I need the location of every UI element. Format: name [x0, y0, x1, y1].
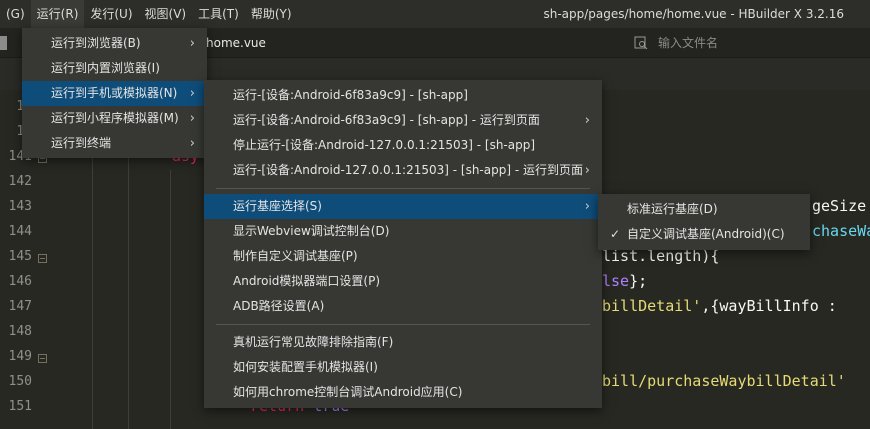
line-number: 143: [8, 199, 32, 214]
menu-separator: [216, 188, 590, 189]
code-line-146: lse};: [602, 272, 647, 290]
line-number: 144: [8, 224, 32, 239]
menu-item-label: 运行到小程序模拟器(M): [51, 111, 179, 125]
menu-publish[interactable]: 发行(U): [84, 0, 138, 28]
device-submenu: 运行-[设备:Android-6f83a9c9] - [sh-app] 运行-[…: [204, 80, 602, 408]
menu-item-label: 制作自定义调试基座(P): [233, 249, 358, 263]
menu-item-label: Android模拟器端口设置(P): [233, 274, 380, 288]
menu-item-label: 运行到手机或模拟器(N): [51, 86, 178, 100]
adb-path-item[interactable]: ADB路径设置(A): [204, 294, 602, 319]
indent-guide: [92, 120, 93, 429]
menu-tools[interactable]: 工具(T): [192, 0, 245, 28]
menu-item-label: 运行-[设备:Android-6f83a9c9] - [sh-app] - 运行…: [233, 113, 540, 127]
menu-item-label: 显示Webview调试控制台(D): [233, 224, 390, 238]
line-number: 150: [8, 374, 32, 389]
line-number: 147: [8, 299, 32, 314]
menu-help[interactable]: 帮助(Y): [245, 0, 298, 28]
line-number: 142: [8, 174, 32, 189]
standard-base-item[interactable]: 标准运行基座(D): [598, 197, 810, 222]
code-text: chaseWa: [812, 222, 870, 240]
tab-home-vue[interactable]: home.vue: [206, 28, 266, 58]
code-text: lse: [602, 272, 630, 290]
run-device-page-item[interactable]: 运行-[设备:Android-6f83a9c9] - [sh-app] - 运行…: [204, 108, 602, 133]
menu-run[interactable]: 运行(R): [30, 0, 85, 28]
arrow-right-icon: ›: [189, 136, 195, 151]
menu-item-label: 如何安装配置手机模拟器(I): [233, 360, 378, 374]
custom-base-item[interactable]: ✓ 自定义调试基座(Android)(C): [598, 222, 810, 247]
run-to-device-item[interactable]: 运行到手机或模拟器(N) ›: [22, 81, 207, 106]
menu-go[interactable]: (G): [0, 0, 31, 28]
make-custom-base-item[interactable]: 制作自定义调试基座(P): [204, 244, 602, 269]
line-number: 146: [8, 274, 32, 289]
fold-icon[interactable]: [38, 354, 47, 363]
tab-scroll-icon[interactable]: [0, 36, 7, 50]
menu-item-label: 运行基座选择(S): [233, 199, 322, 213]
arrow-right-icon: ›: [584, 113, 590, 128]
line-number: 151: [8, 399, 32, 414]
run-to-browser-item[interactable]: 运行到浏览器(B) ›: [22, 31, 207, 56]
troubleshoot-guide-item[interactable]: 真机运行常见故障排除指南(F): [204, 330, 602, 355]
base-submenu: 标准运行基座(D) ✓ 自定义调试基座(Android)(C): [598, 194, 810, 250]
window-title: sh-app/pages/home/home.vue - HBuilder X …: [543, 7, 844, 21]
menu-item-label: 标准运行基座(D): [627, 202, 718, 216]
run-menu: 运行到浏览器(B) › 运行到内置浏览器(I) 运行到手机或模拟器(N) › 运…: [22, 28, 207, 158]
code-text: bill/purchaseWaybillDetail': [602, 372, 846, 390]
line-number: 149: [8, 349, 32, 364]
search-file-icon: [634, 36, 648, 50]
run-device-item[interactable]: 运行-[设备:Android-6f83a9c9] - [sh-app]: [204, 83, 602, 108]
file-search-input[interactable]: [658, 36, 858, 50]
menu-item-label: ADB路径设置(A): [233, 299, 325, 313]
webview-console-item[interactable]: 显示Webview调试控制台(D): [204, 219, 602, 244]
run-to-miniprogram-item[interactable]: 运行到小程序模拟器(M) ›: [22, 106, 207, 131]
stop-run-device-item[interactable]: 停止运行-[设备:Android-127.0.0.1:21503] - [sh-…: [204, 133, 602, 158]
menu-item-label: 自定义调试基座(Android)(C): [627, 227, 785, 241]
menu-item-label: 运行-[设备:Android-127.0.0.1:21503] - [sh-ap…: [233, 163, 583, 177]
code-text: billDetail': [602, 297, 702, 315]
emulator-port-item[interactable]: Android模拟器端口设置(P): [204, 269, 602, 294]
chrome-debug-guide-item[interactable]: 如何用chrome控制台调试Android应用(C): [204, 380, 602, 405]
code-text: ,{wayBillInfo :: [701, 297, 837, 315]
arrow-right-icon: ›: [189, 86, 195, 101]
line-number: 148: [8, 324, 32, 339]
menu-separator: [216, 324, 590, 325]
menu-item-label: 运行-[设备:Android-6f83a9c9] - [sh-app]: [233, 88, 468, 102]
menu-item-label: 真机运行常见故障排除指南(F): [233, 335, 394, 349]
install-emulator-guide-item[interactable]: 如何安装配置手机模拟器(I): [204, 355, 602, 380]
fold-icon[interactable]: [38, 254, 47, 263]
menu-view[interactable]: 视图(V): [139, 0, 193, 28]
arrow-right-icon: ›: [189, 36, 195, 51]
menu-item-label: 如何用chrome控制台调试Android应用(C): [233, 385, 463, 399]
file-search: [630, 31, 870, 55]
line-number: 145: [8, 249, 32, 264]
run-emulator-page-item[interactable]: 运行-[设备:Android-127.0.0.1:21503] - [sh-ap…: [204, 158, 602, 183]
arrow-right-icon: ›: [189, 111, 195, 126]
menu-item-label: 运行到浏览器(B): [51, 36, 141, 50]
menu-item-label: 运行到终端: [51, 136, 112, 150]
code-text: geSize: [812, 197, 867, 215]
check-icon: ✓: [610, 227, 621, 241]
menu-item-label: 停止运行-[设备:Android-127.0.0.1:21503] - [sh-…: [233, 138, 536, 152]
indent-guide: [128, 120, 129, 429]
run-to-builtin-browser-item[interactable]: 运行到内置浏览器(I): [22, 56, 207, 81]
run-base-select-item[interactable]: 运行基座选择(S) ›: [204, 194, 602, 219]
menubar: (G) 运行(R) 发行(U) 视图(V) 工具(T) 帮助(Y) sh-app…: [0, 0, 870, 28]
arrow-right-icon: ›: [584, 199, 590, 214]
run-to-terminal-item[interactable]: 运行到终端 ›: [22, 131, 207, 156]
indent-guide: [170, 170, 171, 429]
menu-item-label: 运行到内置浏览器(I): [51, 61, 160, 75]
code-line-147: billDetail',{wayBillInfo :: [602, 297, 837, 315]
code-text: };: [629, 272, 648, 290]
arrow-right-icon: ›: [584, 163, 590, 178]
